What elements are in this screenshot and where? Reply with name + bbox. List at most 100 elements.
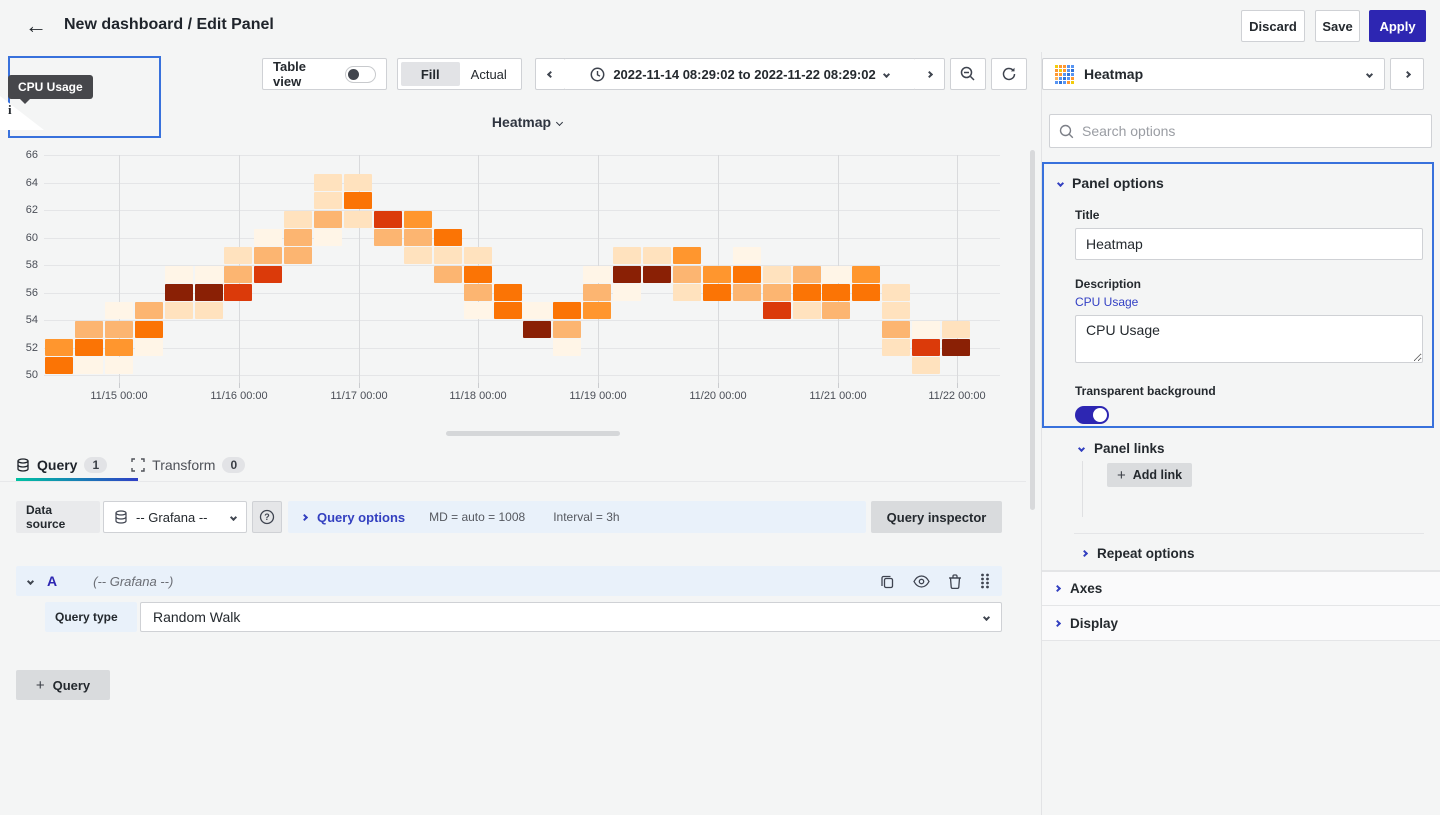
heatmap-cell bbox=[733, 266, 761, 283]
heatmap-cell bbox=[344, 174, 372, 191]
refresh-icon bbox=[1001, 66, 1017, 82]
heatmap-cell bbox=[703, 266, 731, 283]
y-tick-label: 66 bbox=[2, 149, 38, 161]
eye-icon[interactable] bbox=[913, 575, 930, 588]
heatmap-cell bbox=[942, 321, 970, 338]
help-icon: ? bbox=[259, 509, 275, 525]
panel-options-title: Panel options bbox=[1072, 175, 1164, 191]
heatmap-cell bbox=[314, 229, 342, 246]
heatmap-cell bbox=[344, 211, 372, 228]
toggle-knob bbox=[348, 69, 359, 80]
heatmap-cell bbox=[523, 321, 551, 338]
x-tick bbox=[718, 383, 719, 388]
description-tooltip: CPU Usage bbox=[8, 75, 93, 99]
heatmap-cell bbox=[852, 266, 880, 283]
heatmap-cell bbox=[942, 339, 970, 356]
query-row-header[interactable]: A (-- Grafana --) bbox=[16, 566, 1002, 596]
heatmap-cell bbox=[314, 174, 342, 191]
fill-option[interactable]: Fill bbox=[401, 62, 460, 86]
heatmap-cell bbox=[822, 284, 850, 301]
chevron-right-icon bbox=[1403, 70, 1410, 77]
panel-links-header[interactable]: Panel links bbox=[1079, 441, 1440, 456]
heatmap-cell bbox=[523, 302, 551, 319]
visualization-select[interactable]: Heatmap bbox=[1042, 58, 1385, 90]
description-hint-link[interactable]: CPU Usage bbox=[1075, 295, 1418, 309]
section-axes[interactable]: Axes bbox=[1042, 571, 1440, 606]
tab-query[interactable]: Query 1 bbox=[16, 457, 107, 473]
datasource-label: Data source bbox=[16, 501, 100, 533]
heatmap-cell bbox=[763, 266, 791, 283]
heatmap-cell bbox=[45, 339, 73, 356]
add-query-label: Query bbox=[53, 678, 91, 693]
y-gridline bbox=[44, 238, 1000, 239]
actual-option[interactable]: Actual bbox=[460, 62, 519, 86]
time-range-text: 2022-11-14 08:29:02 to 2022-11-22 08:29:… bbox=[613, 67, 875, 82]
chevron-down-icon bbox=[1078, 445, 1085, 452]
time-forward-button[interactable] bbox=[915, 58, 945, 90]
page-title: New dashboard / Edit Panel bbox=[64, 16, 274, 34]
datasource-select[interactable]: -- Grafana -- bbox=[103, 501, 247, 533]
time-range-picker[interactable]: 2022-11-14 08:29:02 to 2022-11-22 08:29:… bbox=[564, 58, 916, 90]
section-display[interactable]: Display bbox=[1042, 606, 1440, 641]
add-link-button[interactable]: + Add link bbox=[1107, 463, 1192, 487]
refresh-button[interactable] bbox=[991, 58, 1027, 90]
database-icon bbox=[16, 458, 30, 472]
trash-icon[interactable] bbox=[948, 574, 962, 589]
transform-count-badge: 0 bbox=[222, 457, 245, 473]
table-view-toggle[interactable] bbox=[345, 66, 376, 83]
chevron-down-icon bbox=[230, 513, 237, 520]
heatmap-cell bbox=[763, 284, 791, 301]
max-data-points-text: MD = auto = 1008 bbox=[429, 510, 525, 524]
heatmap-cell bbox=[733, 247, 761, 264]
query-options-bar[interactable]: Query options MD = auto = 1008 Interval … bbox=[288, 501, 866, 533]
zoom-out-button[interactable] bbox=[950, 58, 986, 90]
chevron-right-icon bbox=[1054, 619, 1061, 626]
heatmap-cell bbox=[434, 229, 462, 246]
transparent-bg-toggle[interactable] bbox=[1075, 406, 1109, 424]
panel-description-textarea[interactable]: CPU Usage bbox=[1075, 315, 1423, 363]
time-back-button[interactable] bbox=[535, 58, 565, 90]
heatmap-cell bbox=[882, 302, 910, 319]
vertical-scrollbar[interactable] bbox=[1030, 150, 1035, 510]
panel-title-input[interactable] bbox=[1075, 228, 1423, 260]
heatmap-cell bbox=[75, 357, 103, 374]
discard-button[interactable]: Discard bbox=[1241, 10, 1305, 42]
copy-icon[interactable] bbox=[880, 574, 895, 589]
query-options-label: Query options bbox=[317, 510, 405, 525]
datasource-help-button[interactable]: ? bbox=[252, 501, 282, 533]
query-type-select[interactable]: Random Walk bbox=[140, 602, 1002, 632]
x-tick bbox=[838, 383, 839, 388]
y-tick-label: 52 bbox=[2, 342, 38, 354]
toggle-knob bbox=[1093, 408, 1107, 422]
heatmap-cell bbox=[852, 284, 880, 301]
heatmap-cell bbox=[254, 266, 282, 283]
heatmap-cell bbox=[165, 302, 193, 319]
back-arrow-icon[interactable]: ← bbox=[22, 12, 50, 40]
options-search-input[interactable] bbox=[1082, 123, 1422, 139]
query-type-value: Random Walk bbox=[153, 609, 984, 625]
query-inspector-button[interactable]: Query inspector bbox=[871, 501, 1002, 533]
save-button[interactable]: Save bbox=[1315, 10, 1360, 42]
heatmap-cell bbox=[822, 302, 850, 319]
heatmap-cell bbox=[374, 211, 402, 228]
panel-options-header[interactable]: Panel options bbox=[1058, 175, 1418, 191]
heatmap-cell bbox=[254, 229, 282, 246]
repeat-options-header[interactable]: Repeat options bbox=[1082, 546, 1440, 561]
heatmap-cell bbox=[464, 247, 492, 264]
tab-transform[interactable]: Transform 0 bbox=[131, 457, 245, 473]
y-gridline bbox=[44, 348, 1000, 349]
drag-handle-icon[interactable] bbox=[980, 573, 990, 589]
horizontal-scrollbar[interactable] bbox=[446, 431, 620, 436]
query-ref-id: A bbox=[47, 573, 57, 589]
info-icon[interactable]: i bbox=[8, 102, 12, 118]
chevron-down-icon bbox=[983, 613, 990, 620]
heatmap-cell bbox=[165, 284, 193, 301]
panel-title-menu[interactable]: Heatmap bbox=[44, 114, 1010, 130]
add-query-button[interactable]: + Query bbox=[16, 670, 110, 700]
apply-button[interactable]: Apply bbox=[1369, 10, 1426, 42]
section-divider bbox=[1074, 533, 1424, 534]
y-tick-label: 60 bbox=[2, 232, 38, 244]
chevron-down-icon bbox=[556, 119, 563, 126]
collapse-pane-button[interactable] bbox=[1390, 58, 1424, 90]
heatmap-cell bbox=[284, 247, 312, 264]
